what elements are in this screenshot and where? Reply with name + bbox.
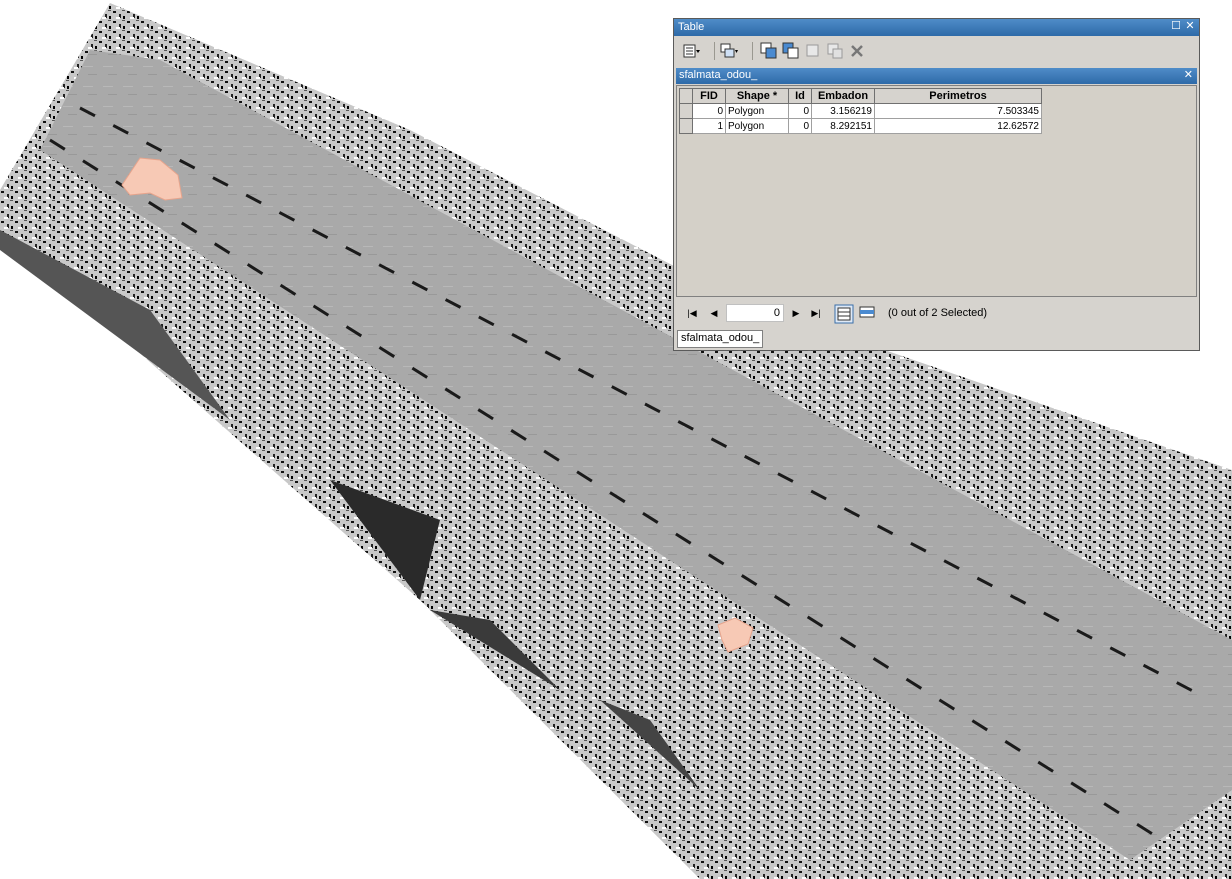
cell-perimetros[interactable]: 12.62572 <box>874 118 1042 134</box>
first-record-icon[interactable]: |◀ <box>686 307 698 319</box>
selection-status: (0 out of 2 Selected) <box>888 307 988 319</box>
window-title: Table <box>678 21 705 33</box>
cell-fid[interactable]: 1 <box>692 118 726 134</box>
table-window-titlebar[interactable]: Table ☐ ✕ <box>674 19 1199 36</box>
table-window[interactable]: Table ☐ ✕ sfalmata_odou_ ✕ FID Shape * I… <box>673 18 1200 351</box>
next-record-icon[interactable]: ▶ <box>790 307 802 319</box>
column-header-shape[interactable]: Shape * <box>725 88 789 104</box>
last-record-icon[interactable]: ▶| <box>810 307 822 319</box>
column-header-fid[interactable]: FID <box>692 88 726 104</box>
zoom-to-selected-icon <box>827 43 843 59</box>
clear-selection-icon <box>806 44 819 57</box>
maximize-icon[interactable]: ☐ <box>1170 20 1182 32</box>
cell-embadon[interactable]: 8.292151 <box>811 118 875 134</box>
cell-id[interactable]: 0 <box>788 118 812 134</box>
cell-shape[interactable]: Polygon <box>725 103 789 119</box>
row-selector[interactable] <box>679 103 693 119</box>
record-navigation: |◀ ◀ 0 ▶ ▶| (0 out of 2 Selected) <box>676 301 1197 327</box>
attribute-table: FID Shape * Id Embadon Perimetros 0 Poly… <box>679 88 1042 134</box>
close-icon[interactable]: ✕ <box>1184 20 1196 32</box>
table-row[interactable]: 0 Polygon 0 3.156219 7.503345 <box>679 103 1042 119</box>
column-header-embadon[interactable]: Embadon <box>811 88 875 104</box>
select-by-attributes-icon[interactable] <box>760 42 778 60</box>
table-toolbar <box>676 38 1197 66</box>
close-layer-icon[interactable]: ✕ <box>1184 68 1193 81</box>
layer-tab[interactable]: sfalmata_odou_ <box>677 330 764 348</box>
layer-titlebar[interactable]: sfalmata_odou_ ✕ <box>676 68 1197 84</box>
table-row[interactable]: 1 Polygon 0 8.292151 12.62572 <box>679 118 1042 134</box>
row-selector[interactable] <box>679 118 693 134</box>
current-record-input[interactable]: 0 <box>726 304 784 322</box>
cell-id[interactable]: 0 <box>788 103 812 119</box>
cell-shape[interactable]: Polygon <box>725 118 789 134</box>
table-options-icon[interactable] <box>682 42 700 60</box>
switch-selection-icon[interactable] <box>782 42 800 60</box>
cell-fid[interactable]: 0 <box>692 103 726 119</box>
show-selected-records-icon[interactable] <box>858 304 876 322</box>
layer-name: sfalmata_odou_ <box>679 69 758 81</box>
attribute-grid[interactable]: FID Shape * Id Embadon Perimetros 0 Poly… <box>676 85 1197 297</box>
column-header-perimetros[interactable]: Perimetros <box>874 88 1042 104</box>
show-all-records-icon[interactable] <box>834 304 854 324</box>
cell-perimetros[interactable]: 7.503345 <box>874 103 1042 119</box>
related-tables-icon[interactable] <box>720 42 738 60</box>
previous-record-icon[interactable]: ◀ <box>708 307 720 319</box>
row-selector-header[interactable] <box>679 88 693 104</box>
column-header-id[interactable]: Id <box>788 88 812 104</box>
delete-selected-icon <box>851 45 863 57</box>
cell-embadon[interactable]: 3.156219 <box>811 103 875 119</box>
